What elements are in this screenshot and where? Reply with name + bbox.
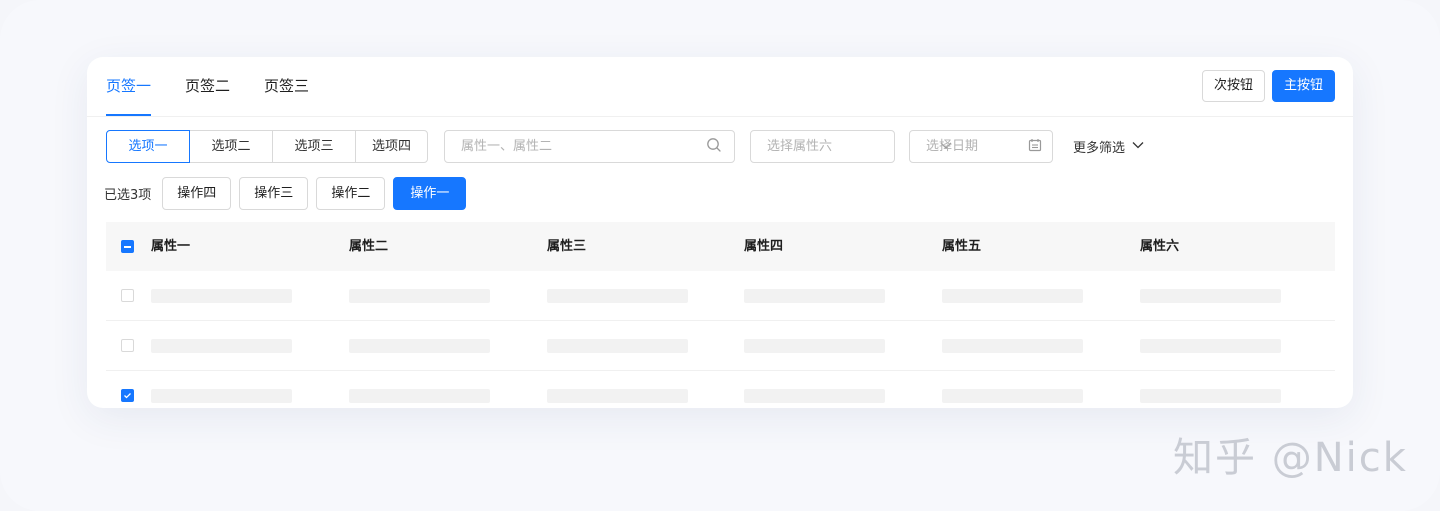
option-segmented-control: 选项一 选项二 选项三 选项四 (106, 130, 428, 163)
tab-1[interactable]: 页签一 (106, 57, 152, 116)
table-row[interactable] (106, 271, 1335, 321)
segment-option-4[interactable]: 选项四 (355, 130, 428, 163)
search-box (444, 130, 735, 163)
skeleton-cell (942, 389, 1083, 403)
tab-2[interactable]: 页签二 (185, 57, 230, 116)
skeleton-cell (151, 289, 292, 303)
property-six-select[interactable] (750, 130, 952, 163)
calendar-icon (1028, 138, 1042, 156)
watermark: 知乎 @Nick (1173, 435, 1408, 481)
search-icon[interactable] (706, 137, 722, 157)
segment-option-2[interactable]: 选项二 (189, 130, 273, 163)
skeleton-cell (349, 389, 490, 403)
action-three-button[interactable]: 操作三 (239, 177, 309, 210)
skeleton-cell (547, 289, 688, 303)
skeleton-cell (744, 339, 885, 353)
header-actions: 次按钮 主按钮 (1201, 70, 1335, 102)
skeleton-cell (1140, 339, 1281, 353)
segment-option-1[interactable]: 选项一 (106, 130, 190, 163)
table-card: 页签一 页签二 页签三 次按钮 主按钮 选项一 选项二 选项三 选项四 属性一、… (87, 57, 1353, 408)
skeleton-cell (349, 289, 490, 303)
search-input[interactable] (459, 138, 683, 155)
chevron-down-icon (1131, 138, 1145, 156)
skeleton-cell (547, 389, 688, 403)
skeleton-cell (1140, 389, 1281, 403)
skeleton-cell (547, 339, 688, 353)
segment-option-3[interactable]: 选项三 (272, 130, 356, 163)
skeleton-cell (942, 289, 1083, 303)
table-header: 属性一 属性二 属性三 属性四 属性五 属性六 (106, 222, 1335, 271)
more-filters-toggle[interactable]: 更多筛选 (1073, 137, 1145, 156)
skeleton-cell (1140, 289, 1281, 303)
skeleton-cell (151, 339, 292, 353)
secondary-button[interactable]: 次按钮 (1201, 70, 1265, 102)
table-row[interactable] (106, 321, 1335, 371)
action-one-button[interactable]: 操作一 (393, 177, 467, 210)
tab-3[interactable]: 页签三 (264, 57, 309, 116)
column-header-5[interactable]: 属性五 (942, 222, 981, 271)
row-checkbox[interactable] (121, 289, 134, 302)
column-header-3[interactable]: 属性三 (547, 222, 586, 271)
primary-button[interactable]: 主按钮 (1271, 70, 1335, 102)
action-four-button[interactable]: 操作四 (162, 177, 232, 210)
skeleton-cell (151, 389, 292, 403)
filter-bar: 选项一 选项二 选项三 选项四 更多筛选 (106, 130, 1145, 163)
table-row[interactable] (106, 371, 1335, 408)
date-input[interactable] (924, 138, 1028, 155)
skeleton-cell (744, 289, 885, 303)
column-header-6[interactable]: 属性六 (1140, 222, 1179, 271)
select-all-checkbox[interactable] (121, 240, 134, 253)
batch-actions-bar: 已选3项 操作四 操作三 操作二 操作一 (104, 177, 474, 210)
skeleton-cell (942, 339, 1083, 353)
selected-count: 已选3项 (104, 188, 152, 203)
action-two-button[interactable]: 操作二 (316, 177, 386, 210)
row-checkbox[interactable] (121, 389, 134, 402)
column-header-4[interactable]: 属性四 (744, 222, 783, 271)
row-checkbox[interactable] (121, 339, 134, 352)
tab-bar: 页签一 页签二 页签三 (106, 57, 343, 116)
skeleton-cell (744, 389, 885, 403)
header-divider (87, 116, 1353, 117)
more-filters-label: 更多筛选 (1073, 141, 1126, 156)
column-header-1[interactable]: 属性一 (151, 222, 190, 271)
date-picker[interactable] (909, 130, 1053, 163)
skeleton-cell (349, 339, 490, 353)
column-header-2[interactable]: 属性二 (349, 222, 388, 271)
